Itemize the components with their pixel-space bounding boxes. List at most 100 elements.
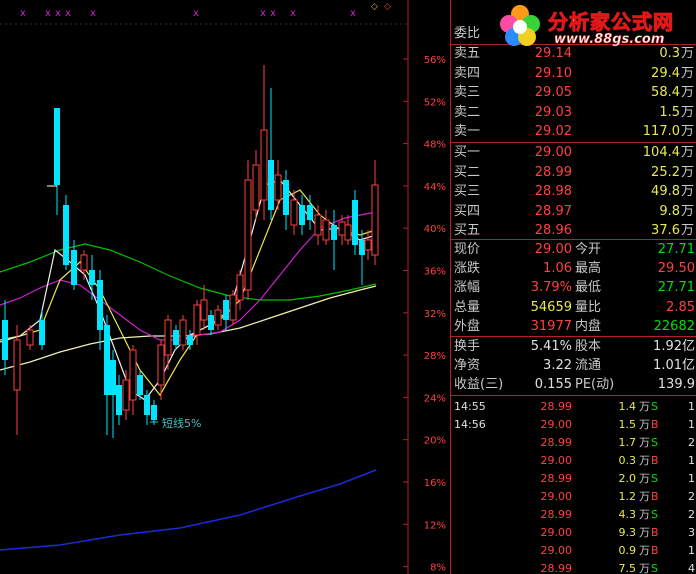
- stat-row-cell: 最低: [575, 280, 602, 296]
- sell-level-row-cell: 卖三: [454, 85, 481, 100]
- fundamental-row-cell: 3.22: [543, 358, 572, 374]
- candle: [164, 319, 172, 356]
- candle: [71, 250, 77, 285]
- price-axis-label: 16%: [424, 478, 446, 489]
- tick-row-cell: B: [651, 526, 659, 539]
- sell-level-row-cell: 卖一: [454, 124, 481, 139]
- fundamental-row: 换手 5.41% 股本 1.92亿: [451, 337, 696, 356]
- sell-level-row-cell: 万: [680, 65, 694, 81]
- tick-row-cell: 1.5: [618, 418, 637, 431]
- stat-row-cell: 内盘: [575, 318, 602, 334]
- stat-row-cell: 今开: [575, 242, 602, 257]
- candle: [268, 160, 274, 210]
- candle: [299, 205, 305, 225]
- price-axis-label: 52%: [424, 97, 446, 108]
- price-axis-label: 12%: [424, 520, 446, 531]
- candle: [179, 319, 187, 346]
- tick-row: 29.00 0.3 万 B 1: [451, 451, 696, 470]
- candle: [89, 270, 95, 285]
- buy-level-row: 买一 29.00 104.4 万: [451, 143, 696, 162]
- stat-row: 现价 29.00 今开 27.71: [451, 240, 696, 259]
- tick-row-cell: 29.00: [540, 544, 573, 557]
- tick-row: 29.00 0.9 万 B 1: [451, 541, 696, 560]
- tick-row-cell: 1.2: [618, 490, 637, 503]
- tick-row-cell: 28.99: [540, 472, 573, 485]
- buy-level-row: 买三 28.98 49.8 万: [451, 182, 696, 201]
- candle: [364, 239, 372, 251]
- candle: [344, 224, 352, 241]
- stat-row: 总量 54659 量比 2.85: [451, 298, 696, 317]
- price-axis-label: 48%: [424, 140, 446, 151]
- tick-row: 29.00 1.2 万 B 2: [451, 487, 696, 506]
- tick-row-cell: 万: [639, 544, 650, 557]
- price-axis-label: 44%: [424, 182, 446, 193]
- candle: [200, 299, 208, 321]
- sell-level-row-cell: 58.4: [651, 85, 680, 100]
- tick-row-cell: 万: [639, 436, 650, 449]
- stat-row: 外盘 31977 内盘 22682: [451, 317, 696, 336]
- fundamental-row-cell: 流通: [575, 358, 602, 374]
- tick-row-cell: 万: [639, 562, 650, 574]
- stat-row-cell: 现价: [454, 242, 481, 257]
- buy-level-row-cell: 104.4: [642, 145, 680, 160]
- tick-row-cell: 1: [688, 454, 695, 467]
- stat-row-cell: 外盘: [454, 318, 481, 334]
- tick-row-cell: 1: [688, 418, 695, 431]
- kline-chart[interactable]: 56% 52% 48% 44% 40% 36% 32% 28% 24% 20% 16% 12% 8% 短…: [0, 0, 450, 574]
- tick-row-cell: 4: [688, 562, 695, 574]
- tick-row: 28.99 1.7 万 S 2: [451, 433, 696, 452]
- candle: [104, 325, 110, 395]
- candle: [80, 254, 88, 271]
- tick-row-cell: 0.9: [618, 544, 637, 557]
- candle: [214, 309, 222, 326]
- stat-row-cell: 54659: [530, 299, 572, 315]
- stat-row-cell: 3.79%: [530, 280, 572, 296]
- stat-row-cell: 31977: [530, 318, 572, 334]
- sell-level-row: 卖三 29.05 58.4 万: [451, 83, 696, 102]
- sell-level-row-cell: 117.0: [642, 124, 680, 139]
- tick-row: 28.99 4.3 万 S 2: [451, 505, 696, 524]
- tick-row-cell: S: [651, 436, 658, 449]
- tick-row-cell: B: [651, 454, 659, 467]
- candle: [331, 225, 337, 240]
- candle: [157, 344, 165, 386]
- tick-row: 14:55 28.99 1.4 万 S 1: [451, 397, 696, 416]
- price-axis-label: 56%: [424, 55, 446, 66]
- candle: [338, 221, 346, 236]
- tick-row-cell: B: [651, 490, 659, 503]
- tick-row-cell: S: [651, 400, 658, 413]
- fundamental-row-cell: 5.41%: [530, 339, 572, 354]
- buy-level-row-cell: 买三: [454, 184, 481, 199]
- buy-level-row: 买四 28.97 9.8 万: [451, 202, 696, 221]
- fundamental-row-cell: 收益(三): [454, 377, 504, 393]
- tick-row-cell: 2: [688, 508, 695, 521]
- candle: [236, 274, 244, 301]
- fundamental-row-cell: 1.92亿: [653, 339, 695, 354]
- sell-level-row-cell: 万: [680, 124, 694, 139]
- candle: [208, 315, 214, 330]
- buy-level-row-cell: 29.00: [534, 145, 572, 160]
- tick-row-cell: 14:55: [454, 400, 486, 413]
- candle: [359, 240, 365, 255]
- tick-row-cell: 29.00: [540, 490, 573, 503]
- tick-row-cell: 28.99: [540, 436, 573, 449]
- watermark-title: 分析家公式网: [548, 10, 674, 35]
- price-axis-label: 40%: [424, 224, 446, 235]
- stat-row-cell: 量比: [575, 299, 602, 315]
- buy-level-row-cell: 28.99: [534, 164, 572, 180]
- stat-row-cell: 涨跌: [454, 261, 481, 277]
- stat-row-cell: 27.71: [657, 280, 695, 296]
- tick-row-cell: 1: [688, 472, 695, 485]
- buy-level-row: 买二 28.99 25.2 万: [451, 163, 696, 182]
- diamond-icon: ◇: [384, 2, 391, 12]
- candle: [290, 199, 298, 226]
- sell-level-row-cell: 29.10: [534, 65, 572, 81]
- tick-row-cell: 万: [639, 418, 650, 431]
- sell-level-row-cell: 卖二: [454, 104, 481, 120]
- candle: [187, 335, 193, 345]
- buy-level-row-cell: 买二: [454, 164, 481, 180]
- candle: [116, 385, 122, 415]
- stat-row-cell: 27.71: [657, 242, 695, 257]
- stat-row-cell: 总量: [454, 299, 481, 315]
- sell-level-row-cell: 卖五: [454, 46, 481, 61]
